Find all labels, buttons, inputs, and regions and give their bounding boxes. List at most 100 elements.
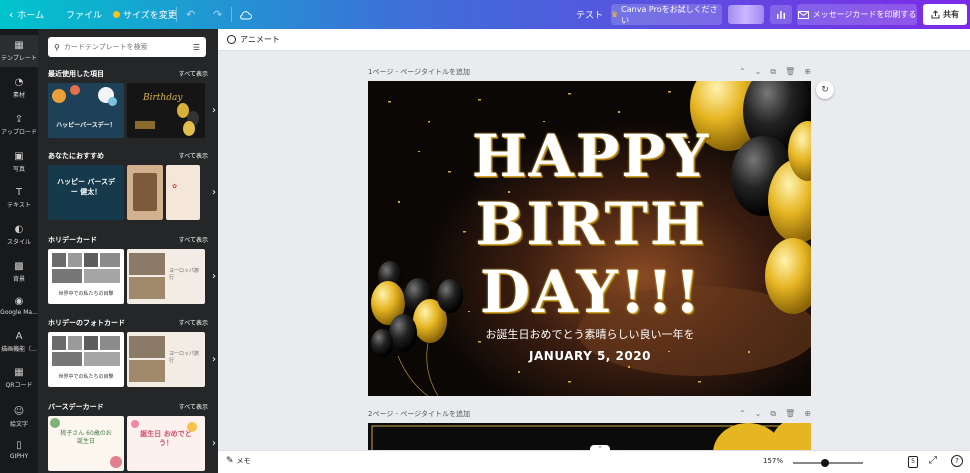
editor-toolbar: アニメート xyxy=(218,29,970,51)
chevron-right-icon[interactable]: › xyxy=(208,165,218,220)
template-thumb[interactable]: ヨーロッパ旅行 xyxy=(127,249,205,304)
filter-icon[interactable]: ☰ xyxy=(193,43,200,52)
rail-item-template[interactable]: ▦ テンプレート xyxy=(0,35,38,67)
giphy-icon: ▯ xyxy=(16,439,22,451)
resize-label: サイズを変更 xyxy=(123,11,177,21)
template-thumb[interactable]: 誕生日 おめでとう！ xyxy=(127,416,205,471)
template-thumb[interactable]: 世界中での私たちの目撃 xyxy=(48,332,124,387)
analytics-icon[interactable] xyxy=(770,5,792,24)
fullscreen-icon[interactable]: ⤢ xyxy=(929,455,937,466)
refresh-icon[interactable]: ↻ xyxy=(816,81,834,99)
template-thumb[interactable] xyxy=(127,165,163,220)
rail-item-upload[interactable]: ⇪ アップロード xyxy=(0,109,38,141)
chevron-right-icon[interactable]: › xyxy=(208,83,218,138)
see-all-link[interactable]: すべて表示 xyxy=(179,151,208,160)
template-thumb[interactable]: 桃子さん 60歳のお誕生日 xyxy=(48,416,124,471)
card-page-2[interactable] xyxy=(368,423,811,450)
notes-button[interactable]: ✎ メモ xyxy=(226,456,251,466)
thumb-text: 誕生日 おめでとう！ xyxy=(140,430,192,447)
animate-button[interactable]: アニメート xyxy=(240,34,280,45)
chevron-down-icon[interactable]: ⌄ xyxy=(755,409,762,419)
search-input[interactable] xyxy=(63,43,189,51)
add-page-icon[interactable]: ⊕ xyxy=(804,409,811,419)
see-all-link[interactable]: すべて表示 xyxy=(179,69,208,78)
see-all-link[interactable]: すべて表示 xyxy=(179,235,208,244)
card-message[interactable]: お誕生日おめでとう素晴らしい良い一年を xyxy=(470,326,710,342)
template-icon: ▦ xyxy=(14,39,24,51)
thumb-row: 世界中での私たちの目撃 ヨーロッパ旅行 › xyxy=(48,332,216,387)
zoom-slider-thumb[interactable] xyxy=(820,459,829,467)
chevron-up-icon[interactable]: ⌃ xyxy=(739,67,746,77)
rail-item-background[interactable]: ▩ 背景 xyxy=(0,256,38,288)
zoom-slider[interactable] xyxy=(793,459,863,467)
page-count-button[interactable]: 5 xyxy=(908,456,918,468)
cloud-save-icon[interactable] xyxy=(240,0,252,29)
rail-item-label: QRコード xyxy=(5,382,33,389)
trash-icon[interactable]: 🗑 xyxy=(785,409,795,419)
section-holiday: ホリデーカード すべて表示 xyxy=(48,235,208,245)
rail-item-giphy[interactable]: ▯ GIPHY xyxy=(0,435,38,467)
section-title: ホリデーカード xyxy=(48,236,97,244)
share-label: 共有 xyxy=(943,10,959,19)
section-holiday-photo: ホリデーのフォトカード すべて表示 xyxy=(48,318,208,328)
chevron-right-icon[interactable]: › xyxy=(208,332,218,387)
card-page[interactable]: HAPPY BIRTH DAY!!! お誕生日おめでとう素晴らしい良い一年を J… xyxy=(368,81,811,396)
avatar[interactable] xyxy=(728,5,764,24)
rail-item-emoji[interactable]: ☺ 絵文字 xyxy=(0,401,38,433)
duplicate-icon[interactable]: ⧉ xyxy=(770,67,776,77)
add-page-icon[interactable]: ⊕ xyxy=(804,67,811,77)
rail-item-text[interactable]: T テキスト xyxy=(0,182,38,214)
duplicate-icon[interactable]: ⧉ xyxy=(770,409,776,419)
rail-item-style[interactable]: ◐ スタイル xyxy=(0,219,38,251)
page-title[interactable]: 2ページ - ページタイトルを追加 xyxy=(368,410,470,418)
crown-icon xyxy=(113,11,120,18)
rail-item-qr-code[interactable]: ▦ QRコード xyxy=(0,362,38,394)
trash-icon[interactable]: 🗑 xyxy=(785,67,795,77)
rail-item-google-maps[interactable]: ◉ Google Ma... xyxy=(0,291,38,323)
rail-item-elements[interactable]: ◔ 素材 xyxy=(0,72,38,104)
rail-item-draw[interactable]: A 描画機能（... xyxy=(0,326,38,358)
template-thumb[interactable]: ハッピーバースデー！ xyxy=(48,83,124,138)
chevron-right-icon[interactable]: › xyxy=(208,249,218,304)
card-date[interactable]: JANUARY 5, 2020 xyxy=(470,349,710,363)
template-search[interactable]: ⚲ ☰ xyxy=(48,37,206,57)
template-thumb[interactable]: ハッピー バースデー 健太！ xyxy=(48,165,124,220)
headline-line-3[interactable]: DAY!!! xyxy=(466,259,716,325)
rail-item-label: 素材 xyxy=(12,92,25,99)
chevron-right-icon[interactable]: › xyxy=(208,416,218,471)
template-thumb[interactable]: ✿ xyxy=(166,165,200,220)
headline-line-1[interactable]: HAPPY xyxy=(466,123,716,189)
headline-line-2[interactable]: BIRTH xyxy=(466,191,716,257)
rail-item-label: 絵文字 xyxy=(9,421,28,428)
try-pro-button[interactable]: ♛ Canva Proをお試しください xyxy=(611,4,722,25)
page-title[interactable]: 1ページ - ページタイトルを追加 xyxy=(368,68,470,76)
chevron-down-icon[interactable]: ⌄ xyxy=(755,67,762,77)
rail-item-label: スタイル xyxy=(6,239,31,246)
canvas-area: 1ページ - ページタイトルを追加 ⌃ ⌄ ⧉ 🗑 ⊕ HAPPY BIRTH … xyxy=(218,51,970,450)
page-controls: ⌃ ⌄ ⧉ 🗑 ⊕ xyxy=(739,409,811,419)
test-link[interactable]: テスト xyxy=(576,0,603,29)
chevron-up-icon[interactable]: ⌃ xyxy=(739,409,746,419)
print-card-button[interactable]: メッセージカードを印刷する xyxy=(797,4,917,25)
resize-button[interactable]: サイズを変更 xyxy=(113,0,177,29)
animate-icon[interactable] xyxy=(227,35,236,44)
search-icon: ⚲ xyxy=(54,42,60,52)
see-all-link[interactable]: すべて表示 xyxy=(179,402,208,411)
see-all-link[interactable]: すべて表示 xyxy=(179,318,208,327)
template-thumb[interactable]: Birthday xyxy=(127,83,205,138)
file-menu[interactable]: ファイル xyxy=(66,0,102,29)
rail-item-label: 描画機能（... xyxy=(1,346,37,353)
redo-icon[interactable]: ↷ xyxy=(213,0,222,29)
show-pages-toggle[interactable]: ⌃ xyxy=(590,445,610,453)
qr-code-icon: ▦ xyxy=(14,366,24,378)
template-thumb[interactable]: 世界中での私たちの目撃 xyxy=(48,249,124,304)
share-button[interactable]: 共有 xyxy=(923,4,967,25)
help-icon[interactable]: ? xyxy=(951,455,963,467)
rail-item-photo[interactable]: ▣ 写真 xyxy=(0,146,38,178)
page-controls: ⌃ ⌄ ⧉ 🗑 ⊕ xyxy=(739,67,811,77)
home-button[interactable]: ‹ ホーム xyxy=(9,0,44,29)
zoom-readout[interactable]: 157% xyxy=(763,457,783,465)
template-thumb[interactable]: ヨーロッパ旅行 xyxy=(127,332,205,387)
draw-icon: A xyxy=(15,330,23,342)
undo-icon[interactable]: ↶ xyxy=(186,0,195,29)
